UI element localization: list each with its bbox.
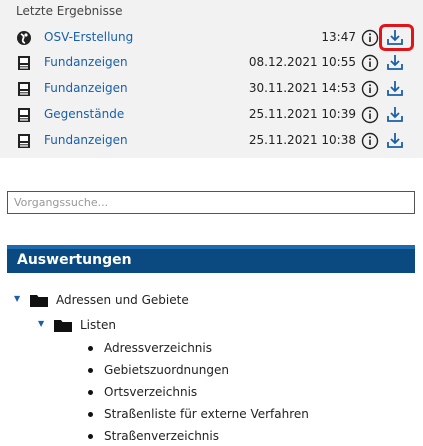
bullet-icon <box>88 412 93 417</box>
result-time: 08.12.2021 10:55 <box>248 55 356 69</box>
info-icon[interactable] <box>361 29 379 47</box>
tree-leaf-label: Straßenverzeichnis <box>104 429 219 443</box>
result-link[interactable]: Fundanzeigen <box>44 133 128 147</box>
result-row: Fundanzeigen 30.11.2021 14:53 <box>0 77 423 101</box>
info-icon[interactable] <box>361 132 379 150</box>
bullet-icon <box>88 434 93 439</box>
result-link[interactable]: OSV-Erstellung <box>44 30 133 44</box>
osv-globe-icon <box>17 31 31 45</box>
tree-leaf-item[interactable]: Straßenliste für externe Verfahren <box>88 405 388 425</box>
bullet-icon <box>88 346 93 351</box>
tree-leaf-item[interactable]: Gebietszuordnungen <box>88 361 308 381</box>
tree-node-label: Listen <box>80 318 116 332</box>
result-time: 25.11.2021 10:39 <box>248 107 356 121</box>
document-icon <box>18 108 30 122</box>
download-icon[interactable] <box>385 78 405 98</box>
recent-results-panel: Letzte Ergebnisse OSV-Erstellung 13:47 F… <box>0 0 423 158</box>
download-highlight-marker <box>379 24 414 51</box>
tree-leaf-label: Ortsverzeichnis <box>104 385 198 399</box>
tree-node-listen[interactable]: ▼ Listen <box>38 316 158 336</box>
download-icon[interactable] <box>385 52 405 72</box>
result-time: 13:47 <box>321 30 356 44</box>
tree-leaf-item[interactable]: Ortsverzeichnis <box>88 383 308 403</box>
result-row: Fundanzeigen 08.12.2021 10:55 <box>0 51 423 75</box>
tree-leaf-item[interactable]: Adressverzeichnis <box>88 339 308 359</box>
info-icon[interactable] <box>361 106 379 124</box>
result-link[interactable]: Gegenstände <box>44 107 124 121</box>
tree-node-label: Adressen und Gebiete <box>56 293 189 307</box>
folder-icon <box>54 320 72 332</box>
document-icon <box>18 82 30 96</box>
download-icon[interactable] <box>385 104 405 124</box>
result-time: 30.11.2021 14:53 <box>248 81 356 95</box>
download-icon[interactable] <box>385 130 405 150</box>
info-icon[interactable] <box>361 54 379 72</box>
expand-toggle-icon[interactable]: ▼ <box>38 319 44 328</box>
recent-results-heading: Letzte Ergebnisse <box>16 4 123 18</box>
result-link[interactable]: Fundanzeigen <box>44 81 128 95</box>
info-icon[interactable] <box>361 80 379 98</box>
expand-toggle-icon[interactable]: ▼ <box>14 294 20 303</box>
tree-leaf-label: Adressverzeichnis <box>104 341 212 355</box>
tree-leaf-label: Straßenliste für externe Verfahren <box>104 407 309 421</box>
document-icon <box>18 56 30 70</box>
reports-title: Auswertungen <box>17 252 132 268</box>
reports-section-header: Auswertungen <box>7 245 415 273</box>
tree-node-adressen-und-gebiete[interactable]: ▼ Adressen und Gebiete <box>14 291 214 311</box>
bullet-icon <box>88 390 93 395</box>
result-row: OSV-Erstellung 13:47 <box>0 26 423 50</box>
tree-leaf-item[interactable]: Straßenverzeichnis <box>88 427 308 446</box>
bullet-icon <box>88 368 93 373</box>
result-link[interactable]: Fundanzeigen <box>44 55 128 69</box>
result-time: 25.11.2021 10:38 <box>248 133 356 147</box>
tree-leaf-label: Gebietszuordnungen <box>104 363 229 377</box>
result-row: Gegenstände 25.11.2021 10:39 <box>0 103 423 127</box>
document-icon <box>18 134 30 148</box>
result-row: Fundanzeigen 25.11.2021 10:38 <box>0 129 423 153</box>
search-input[interactable] <box>7 191 415 214</box>
folder-icon <box>30 295 48 307</box>
